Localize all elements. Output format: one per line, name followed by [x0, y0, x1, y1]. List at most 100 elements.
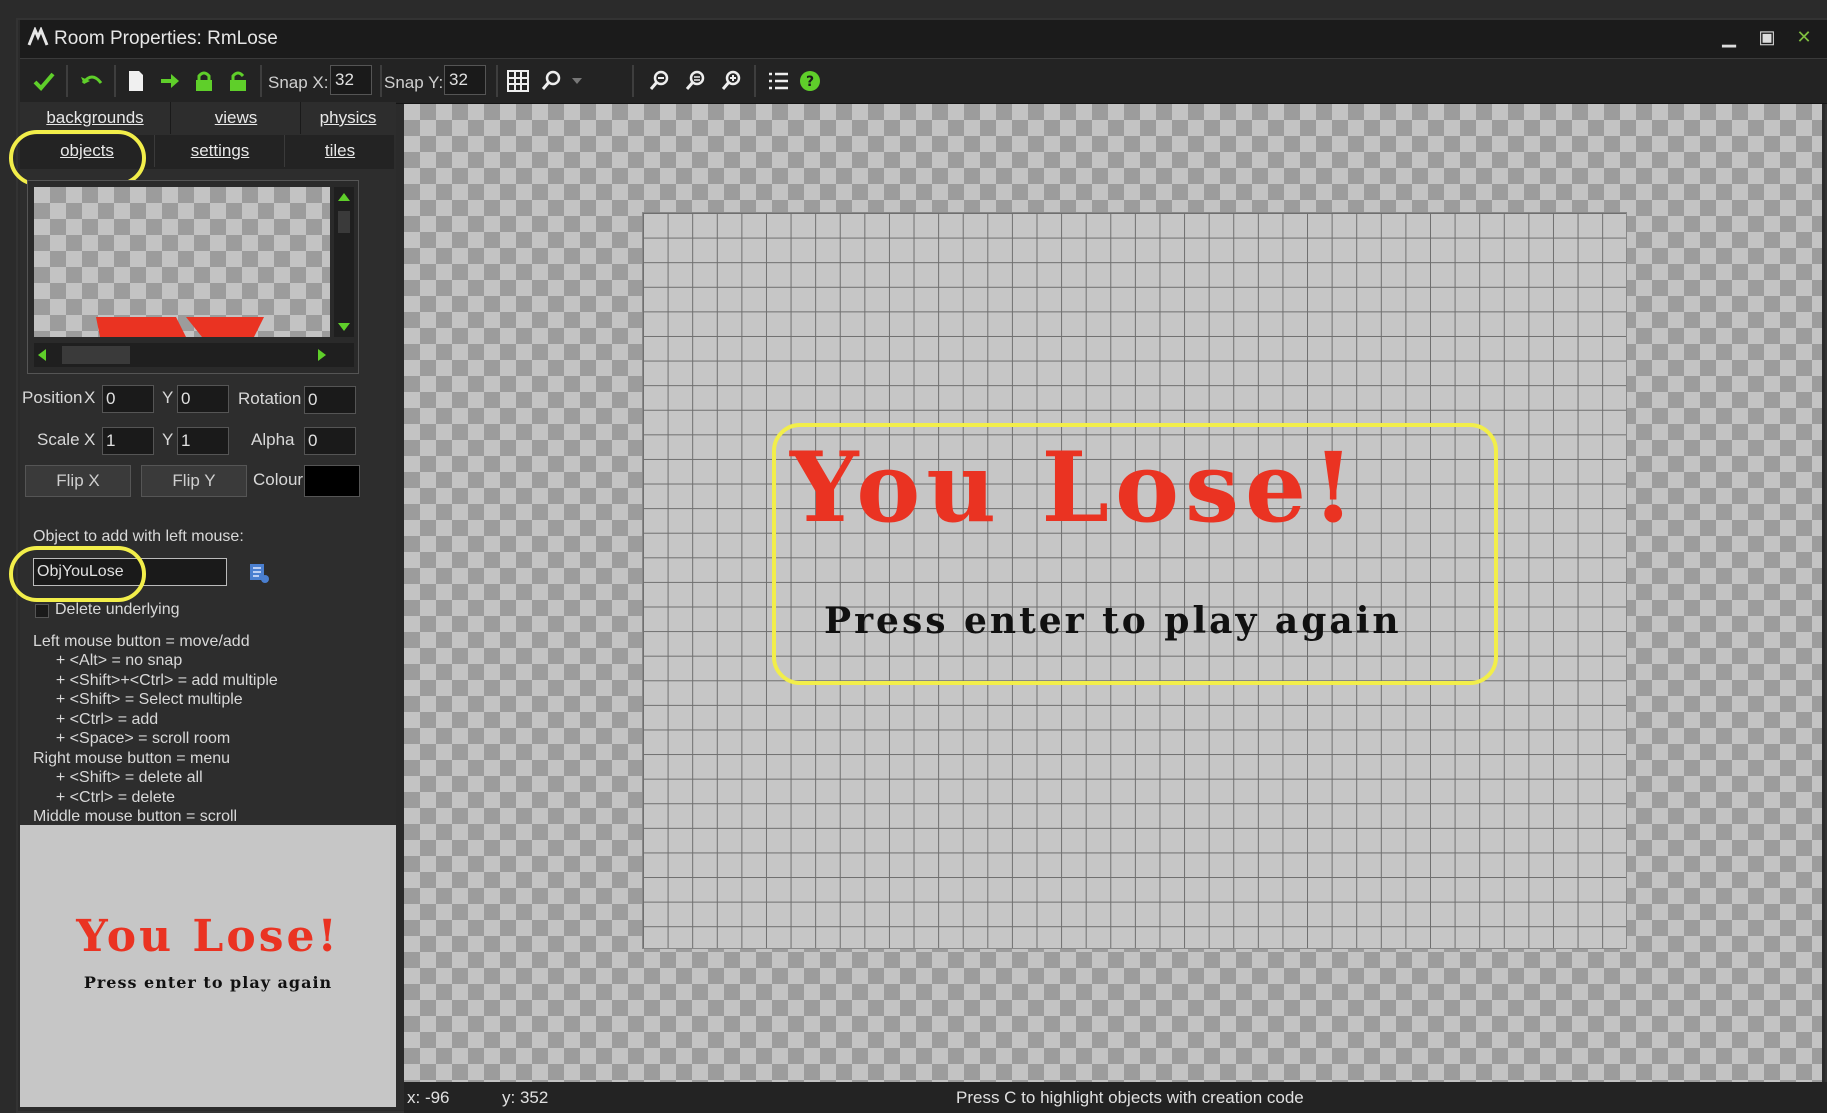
- sprite-image: [96, 317, 264, 337]
- horizontal-scroll-arrows-icon: [38, 346, 326, 364]
- alpha-label: Alpha: [251, 430, 295, 449]
- list-button[interactable]: [764, 67, 792, 95]
- help-line: Middle mouse button = scroll: [33, 808, 238, 825]
- scale-label: Scale: [37, 430, 80, 449]
- room-grid[interactable]: [642, 212, 1627, 949]
- zoom-icon: [685, 70, 705, 90]
- toolbar-separator: [66, 65, 68, 97]
- clear-button[interactable]: [122, 67, 150, 95]
- tab-objects[interactable]: objects: [20, 135, 155, 167]
- grid-toggle-button[interactable]: [504, 67, 532, 95]
- preview-horizontal-scrollbar[interactable]: [34, 343, 354, 367]
- snap-y-label: Snap Y:: [384, 73, 444, 92]
- position-label: Position: [22, 388, 83, 407]
- help-line: + <Alt> = no snap: [47, 652, 183, 669]
- tab-tiles[interactable]: tiles: [286, 135, 394, 167]
- scale-x-input[interactable]: [102, 427, 154, 455]
- undo-button[interactable]: [78, 67, 106, 95]
- status-x: x: -96: [407, 1088, 450, 1107]
- preview-vertical-scrollbar[interactable]: [334, 187, 354, 337]
- help-line: + <Shift>+<Ctrl> = add multiple: [47, 672, 278, 689]
- object-list-icon: [250, 564, 269, 583]
- toolbar-separator: [380, 65, 382, 97]
- object-menu-button[interactable]: [248, 562, 270, 584]
- close-button[interactable]: ✕: [1793, 28, 1815, 46]
- tab-settings[interactable]: settings: [156, 135, 285, 167]
- help-line: + <Shift> = delete all: [47, 769, 203, 786]
- maximize-button[interactable]: ▣: [1756, 28, 1778, 46]
- scale-x-label: X: [84, 430, 96, 449]
- zoom-in-icon: [721, 70, 741, 90]
- title-bar[interactable]: [20, 20, 1827, 58]
- colour-label: Colour: [253, 470, 304, 489]
- alpha-input[interactable]: [304, 427, 356, 455]
- rotation-input[interactable]: [304, 386, 356, 414]
- grid-icon: [507, 70, 529, 92]
- snap-x-input[interactable]: [330, 65, 372, 95]
- list-icon: [769, 72, 788, 90]
- zoom-in-button[interactable]: [718, 67, 746, 95]
- room-subtitle-text[interactable]: Press enter to play again: [824, 600, 1464, 642]
- help-button[interactable]: ?: [796, 67, 824, 95]
- snap-y-input[interactable]: [444, 65, 486, 95]
- status-bar: x: -96 y: 352 Press C to highlight objec…: [404, 1082, 1827, 1113]
- tab-row-1: backgrounds views physics: [20, 102, 394, 136]
- unlock-button[interactable]: [224, 67, 252, 95]
- help-line: + <Space> = scroll room: [47, 730, 231, 747]
- tab-physics[interactable]: physics: [302, 102, 394, 134]
- help-line: + <Ctrl> = add: [47, 711, 159, 728]
- chevron-down-icon: [572, 78, 582, 84]
- lock-icon: [196, 71, 212, 91]
- toolbar-separator: [632, 65, 634, 97]
- show-options-button[interactable]: [538, 67, 566, 95]
- room-title-text[interactable]: You Lose!: [790, 438, 1490, 538]
- delete-underlying-label: Delete underlying: [55, 601, 180, 618]
- position-x-label: X: [84, 388, 96, 407]
- room-preview-subtitle: Press enter to play again: [83, 973, 333, 992]
- tab-row-2: objects settings tiles: [20, 135, 394, 169]
- toolbar: Snap X: Snap Y: ?: [20, 58, 1827, 104]
- show-options-dropdown[interactable]: [568, 67, 586, 95]
- flip-y-button[interactable]: Flip Y: [141, 465, 247, 497]
- scale-y-label: Y: [162, 430, 174, 449]
- status-y: y: 352: [502, 1088, 549, 1107]
- checkmark-icon: [33, 72, 55, 91]
- room-preview-title: You Lose!: [76, 911, 340, 962]
- gamemaker-icon: [27, 27, 49, 47]
- object-select-label: Object to add with left mouse:: [33, 528, 244, 545]
- room-preview[interactable]: You Lose! Press enter to play again: [20, 825, 396, 1107]
- help-line: Right mouse button = menu: [33, 750, 231, 767]
- toolbar-separator: [114, 65, 116, 97]
- undo-icon: [81, 75, 103, 84]
- shift-button[interactable]: [156, 67, 184, 95]
- rotation-label: Rotation: [238, 389, 302, 408]
- arrow-right-icon: [161, 74, 179, 88]
- lock-button[interactable]: [190, 67, 218, 95]
- tab-backgrounds[interactable]: backgrounds: [20, 102, 171, 134]
- sprite-canvas: [34, 187, 330, 337]
- page-icon: [129, 71, 143, 91]
- unlock-icon: [230, 71, 246, 91]
- toolbar-separator: [260, 65, 262, 97]
- help-line: + <Shift> = Select multiple: [47, 691, 243, 708]
- delete-underlying-checkbox[interactable]: [35, 604, 49, 618]
- ok-button[interactable]: [30, 67, 58, 95]
- colour-swatch[interactable]: [304, 465, 360, 497]
- position-y-input[interactable]: [177, 385, 229, 413]
- position-x-input[interactable]: [102, 385, 154, 413]
- help-line: + <Ctrl> = delete: [47, 789, 176, 806]
- vertical-scroll-arrows-icon: [338, 193, 350, 331]
- zoom-out-icon: [649, 70, 669, 90]
- tab-views[interactable]: views: [172, 102, 301, 134]
- help-icon: ?: [800, 71, 820, 91]
- object-select-input[interactable]: [33, 558, 227, 586]
- zoom-out-button[interactable]: [646, 67, 674, 95]
- scale-y-input[interactable]: [177, 427, 229, 455]
- toolbar-separator: [496, 65, 498, 97]
- svg-text:?: ?: [806, 74, 814, 90]
- minimize-button[interactable]: ▁: [1718, 28, 1740, 46]
- zoom-reset-button[interactable]: [682, 67, 710, 95]
- snap-x-label: Snap X:: [268, 73, 329, 92]
- window-title: Room Properties: RmLose: [54, 28, 278, 49]
- flip-x-button[interactable]: Flip X: [25, 465, 131, 497]
